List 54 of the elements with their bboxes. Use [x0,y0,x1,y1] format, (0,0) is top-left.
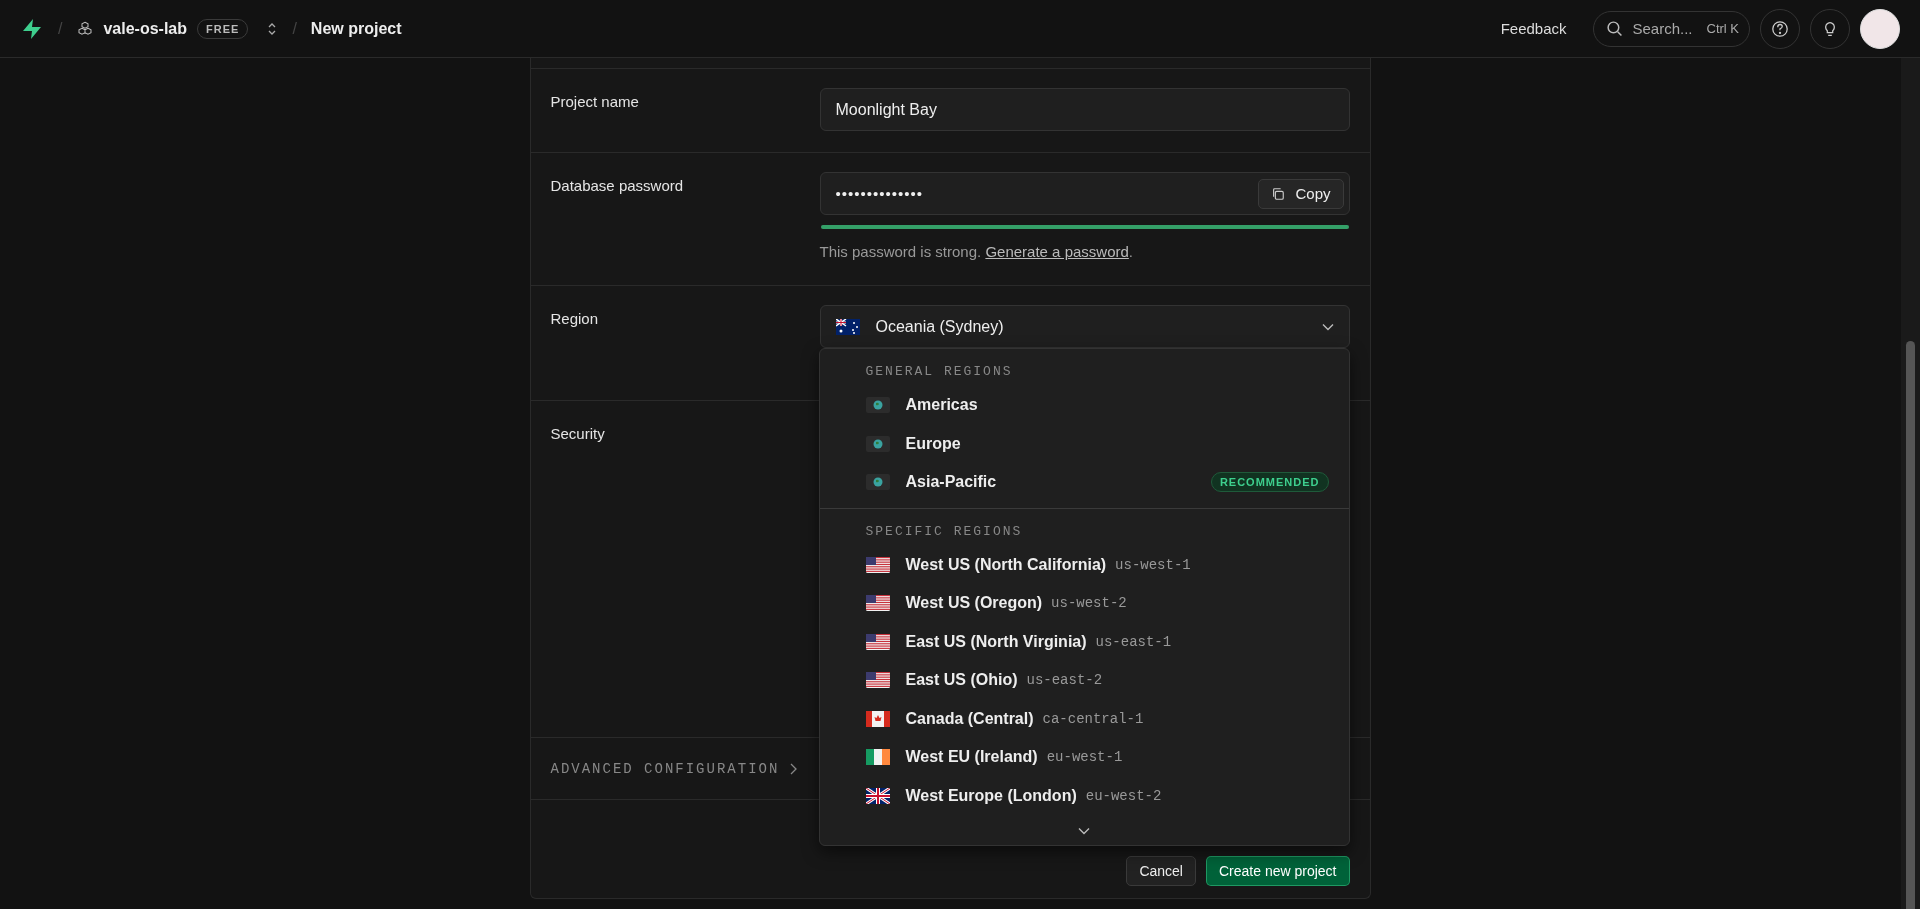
chevron-down-icon [1321,322,1334,331]
group-heading: GENERAL REGIONS [864,363,1014,381]
search-input[interactable]: Search... [1630,19,1707,38]
advanced-configuration-toggle[interactable]: ADVANCED CONFIGURATION [550,760,780,777]
generate-password-link[interactable]: Generate a password [985,243,1129,260]
organization-name[interactable]: vale-os-lab [103,19,188,38]
search-icon [1605,20,1623,37]
password-input[interactable]: •••••••••••••• Copy [819,172,1350,215]
ireland-flag-icon [865,749,890,766]
feedback-button[interactable]: Feedback [1494,19,1573,38]
create-project-button[interactable]: Create new project [1206,856,1350,886]
region-option[interactable]: East US (North Virginia) us-east-1 [819,622,1349,661]
region-option[interactable]: East US (Ohio) us-east-2 [819,661,1349,700]
password-value: •••••••••••••• [835,185,924,202]
breadcrumb-separator: / [58,19,63,38]
avatar[interactable] [1860,8,1900,49]
canada-flag-icon [865,710,890,727]
australia-flag-icon [835,318,860,335]
field-label: Database password [550,176,685,196]
us-flag-icon [865,672,890,689]
recommended-badge: RECOMMENDED [1210,472,1329,493]
region-option[interactable]: Canada (Central) ca-central-1 [819,699,1349,738]
copy-button[interactable]: Copy [1258,178,1344,209]
region-option[interactable]: West US (North California) us-west-1 [819,545,1349,584]
project-name-input[interactable]: Moonlight Bay [819,88,1350,131]
uk-flag-icon [865,787,890,804]
password-hint: This password is strong. Generate a password. [819,243,1134,260]
region-option[interactable]: West Europe (London) eu-west-2 [819,776,1349,815]
us-flag-icon [865,595,890,612]
breadcrumb-separator: / [292,19,297,38]
cubes-icon [76,19,95,38]
globe-icon [865,397,890,414]
question-mark-icon [1771,19,1789,38]
field-label: Region [550,309,600,329]
region-option[interactable]: Americas [819,386,1349,425]
us-flag-icon [865,633,890,650]
cancel-button[interactable]: Cancel [1126,856,1196,886]
keyboard-shortcut: Ctrl K [1706,21,1739,36]
copy-icon [1271,186,1286,201]
region-option[interactable]: West US (Oregon) us-west-2 [819,584,1349,623]
chevron-down-icon[interactable] [1077,827,1090,835]
us-flag-icon [865,556,890,573]
group-heading: SPECIFIC REGIONS [864,522,1024,541]
globe-icon [865,474,890,491]
field-label: Security [550,424,606,444]
region-option[interactable]: Europe [819,424,1349,463]
field-label: Project name [550,92,640,112]
scrollbar[interactable] [1901,58,1920,909]
chevron-right-icon [789,762,798,775]
region-select[interactable]: Oceania (Sydney) [819,305,1350,348]
page-title: New project [310,19,402,38]
globe-icon [865,435,890,452]
region-option[interactable]: Asia-Pacific RECOMMENDED [819,463,1349,502]
region-option[interactable]: West EU (Ireland) eu-west-1 [819,738,1349,777]
